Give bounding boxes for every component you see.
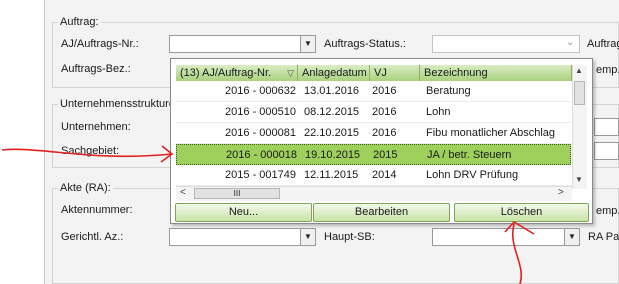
neu-button[interactable]: Neu... bbox=[175, 203, 312, 222]
aj-auftrags-nr-dropdown-button[interactable]: ▼ bbox=[300, 35, 316, 53]
gerichtl-az-dropdown-button[interactable]: ▼ bbox=[300, 228, 316, 246]
scroll-right-icon[interactable]: > bbox=[558, 187, 564, 198]
column-header-nr[interactable]: (13) AJ/Auftrag-Nr. ▽ bbox=[176, 65, 298, 81]
akte-group-title: Akte (RA): bbox=[58, 182, 113, 194]
cell-nr: 2015 - 001749 bbox=[225, 169, 296, 181]
haupt-sb-dropdown-button[interactable]: ▼ bbox=[564, 228, 580, 246]
scroll-up-icon[interactable]: ▲ bbox=[575, 66, 583, 75]
table-row[interactable]: 2016 - 000081 22.10.2015 2016 Fibu monatlic… bbox=[176, 123, 571, 144]
aj-auftrags-nr-label: AJ/Auftrags-Nr.: bbox=[61, 38, 139, 50]
sachgebiet-input-right[interactable] bbox=[594, 142, 619, 160]
table-row[interactable]: 2016 - 000510 08.12.2015 2016 Lohn bbox=[176, 102, 571, 123]
cell-vj: 2016 bbox=[372, 127, 397, 139]
cell-vj: 2015 bbox=[373, 149, 398, 161]
horizontal-scrollbar[interactable]: < III > bbox=[176, 186, 572, 201]
temp-label-1: emp. bbox=[596, 64, 619, 76]
cell-datum: 19.10.2015 bbox=[305, 149, 361, 161]
table-row[interactable]: 2016 - 000018 19.10.2015 2015 JA / betr. St… bbox=[176, 144, 571, 165]
cell-bez: JA / betr. Steuern bbox=[427, 149, 512, 161]
cell-nr: 2016 - 000018 bbox=[226, 149, 297, 161]
cell-nr: 2016 - 000632 bbox=[225, 85, 296, 97]
unternehmen-label: Unternehmen: bbox=[61, 121, 131, 133]
table-row[interactable]: 2016 - 000632 13.01.2016 2016 Beratung bbox=[176, 81, 571, 102]
auftrags-status-select[interactable] bbox=[432, 35, 580, 53]
chevron-down-icon: ⌄ bbox=[566, 37, 575, 48]
scroll-left-icon[interactable]: < bbox=[180, 187, 186, 198]
cell-bez: Fibu monatlicher Abschlag bbox=[426, 127, 556, 139]
auftrag-right-label: Auftrag bbox=[587, 38, 619, 50]
column-header-vj[interactable]: VJ bbox=[370, 65, 420, 81]
unternehmen-group-title: Unternehmensstrukture bbox=[58, 98, 177, 110]
cell-nr: 2016 - 000510 bbox=[225, 106, 296, 118]
annotation-arrow-left bbox=[1, 145, 174, 163]
cell-datum: 22.10.2015 bbox=[304, 127, 360, 139]
bearbeiten-button[interactable]: Bearbeiten bbox=[313, 203, 450, 222]
auftrags-bez-label: Auftrags-Bez.: bbox=[61, 63, 131, 75]
aktennummer-label: Aktennummer: bbox=[61, 204, 133, 216]
cell-vj: 2014 bbox=[372, 169, 397, 181]
cell-datum: 08.12.2015 bbox=[304, 106, 360, 118]
cell-datum: 12.11.2015 bbox=[304, 169, 359, 181]
scroll-down-icon[interactable]: ▼ bbox=[575, 175, 583, 184]
aj-auftrags-nr-input[interactable] bbox=[169, 35, 301, 53]
annotation-arrow-bottom bbox=[504, 220, 535, 284]
column-header-nr-label: (13) AJ/Auftrag-Nr. bbox=[180, 67, 272, 79]
column-header-anlagedatum[interactable]: Anlagedatum bbox=[298, 65, 370, 81]
sort-desc-icon: ▽ bbox=[287, 68, 294, 78]
cell-datum: 13.01.2016 bbox=[304, 85, 360, 97]
cell-vj: 2016 bbox=[372, 106, 397, 118]
gerichtl-az-label: Gerichtl. Az.: bbox=[61, 231, 124, 243]
cell-vj: 2016 bbox=[372, 85, 397, 97]
vertical-scrollbar[interactable]: ▲ ▼ bbox=[572, 65, 587, 189]
table-row[interactable]: 2015 - 001749 12.11.2015 2014 Lohn DRV Prüf… bbox=[176, 165, 571, 186]
unternehmen-input-right[interactable] bbox=[594, 118, 619, 136]
vertical-scroll-thumb[interactable] bbox=[574, 81, 585, 105]
cell-nr: 2016 - 000081 bbox=[225, 127, 296, 139]
cell-bez: Lohn bbox=[426, 106, 451, 118]
auftrags-status-label: Auftrags-Status.: bbox=[324, 38, 406, 50]
haupt-sb-label: Haupt-SB: bbox=[324, 231, 375, 243]
gerichtl-az-input[interactable] bbox=[169, 228, 301, 246]
scroll-grip-icon: III bbox=[233, 189, 241, 198]
horizontal-scroll-thumb[interactable]: III bbox=[194, 188, 280, 199]
column-header-bezeichnung[interactable]: Bezeichnung bbox=[420, 65, 572, 81]
auftrag-selection-popup: (13) AJ/Auftrag-Nr. ▽ Anlagedatum VJ Bez… bbox=[170, 58, 593, 224]
temp-label-2: emp. bbox=[596, 205, 619, 217]
auftrag-group-title: Auftrag: bbox=[58, 16, 101, 28]
cell-bez: Lohn DRV Prüfung bbox=[426, 169, 519, 181]
cell-bez: Beratung bbox=[426, 85, 471, 97]
ra-pa-label: RA Pa bbox=[588, 231, 619, 243]
